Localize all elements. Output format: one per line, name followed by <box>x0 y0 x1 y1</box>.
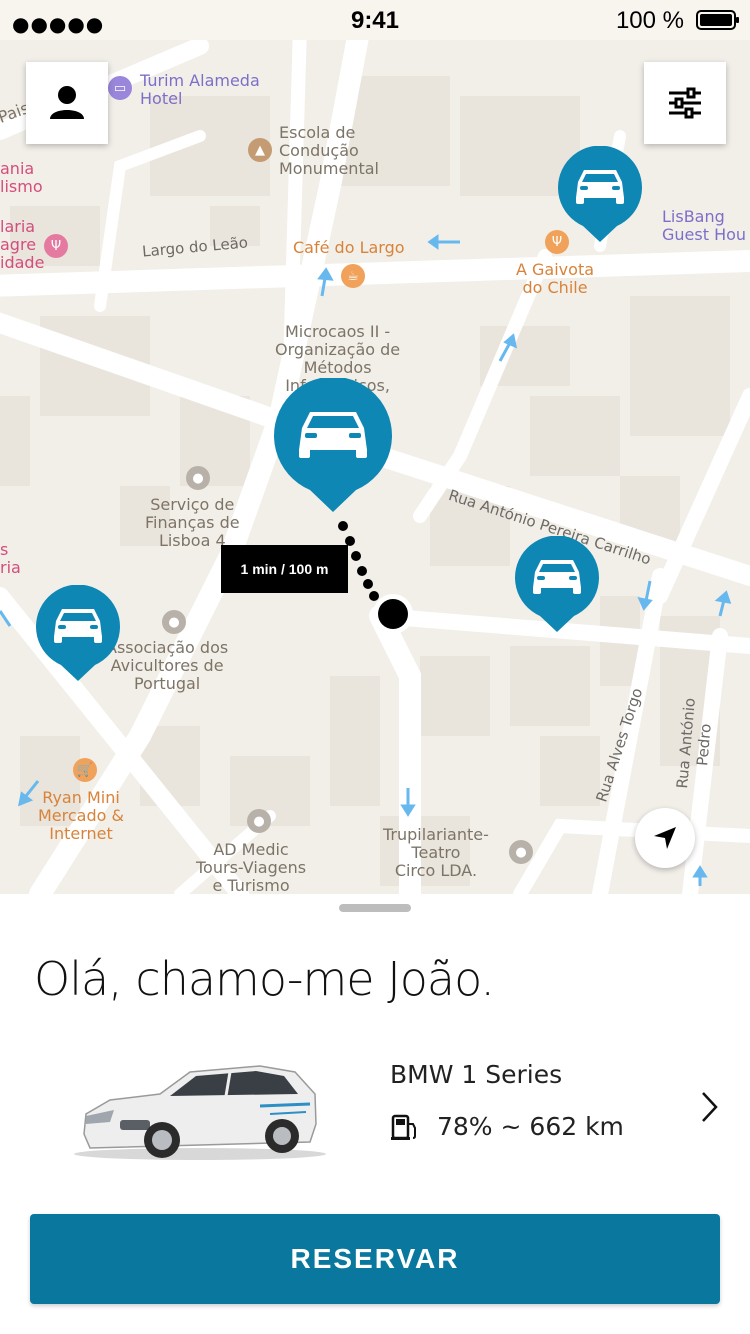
map-label-ryan-mercado: Ryan Mini Mercado & Internet <box>38 788 124 843</box>
map-label-trupilariante: Trupilariante- Teatro Circo LDA. <box>383 825 489 880</box>
map-label-left-low: s ria <box>0 540 21 577</box>
map-label-left-mid: laria agre idade <box>0 217 45 272</box>
recenter-location-button[interactable] <box>635 808 695 868</box>
car-pin[interactable] <box>513 536 601 634</box>
place-icon: ● <box>162 610 186 634</box>
map-label-turim-hotel: Turim Alameda Hotel <box>140 71 260 108</box>
map-label-ad-medic: AD Medic Tours-Viagens e Turismo <box>196 840 307 895</box>
battery-percentage: 100 % <box>615 7 684 34</box>
coffee-icon: ☕ <box>341 264 365 288</box>
reserve-button[interactable]: RESERVAR <box>30 1214 720 1304</box>
user-location-marker <box>373 594 413 634</box>
fuel-range-info: 78% ~ 662 km <box>437 1112 624 1141</box>
chevron-right-icon[interactable] <box>700 1090 720 1124</box>
profile-button[interactable] <box>26 62 108 144</box>
car-pin[interactable] <box>34 585 122 683</box>
map-label-associacao: Associação dos Avicultores de Portugal <box>106 638 229 693</box>
map-label-escola: Escola de Condução Monumental <box>279 123 379 178</box>
map-label-lisbang: LisBang Guest Hou <box>662 207 747 244</box>
car-model-name: BMW 1 Series <box>390 1060 563 1089</box>
shopping-cart-icon: 🛒 <box>73 758 97 782</box>
status-bar: ●●●●● 9:41 100 % <box>0 0 750 40</box>
sliders-icon <box>669 87 701 119</box>
car-image[interactable] <box>70 1054 330 1164</box>
place-icon: ● <box>509 840 533 864</box>
fuel-pump-icon <box>391 1114 416 1140</box>
navigation-arrow-icon <box>654 827 676 849</box>
map-label-left-top: ania lismo <box>0 159 43 196</box>
hotel-icon: ▭ <box>108 76 132 100</box>
car-greeting: Olá, chamo-me João. <box>34 952 495 1006</box>
map-view[interactable]: Turim Alameda Hotel ▭ Escola de Condução… <box>0 36 750 894</box>
walk-time-tooltip: 1 min / 100 m <box>221 545 348 593</box>
map-label-servico-financas: Serviço de Finanças de Lisboa 4 <box>145 495 240 550</box>
map-label-gaivota: A Gaivota do Chile <box>516 260 595 297</box>
school-icon: ▲ <box>248 138 272 162</box>
sheet-drag-handle[interactable] <box>339 904 411 912</box>
place-icon: ● <box>186 466 210 490</box>
battery-icon <box>696 10 739 30</box>
selected-car-pin[interactable] <box>272 378 394 514</box>
place-icon: ● <box>247 809 271 833</box>
restaurant-icon: Ψ <box>44 234 68 258</box>
map-label-cafe-largo: Café do Largo <box>293 238 405 257</box>
filter-button[interactable] <box>644 62 726 144</box>
user-icon <box>50 86 84 119</box>
car-pin[interactable] <box>556 146 644 244</box>
car-detail-sheet: Olá, chamo-me João. BMW 1 Series 78% ~ 6… <box>0 894 750 1334</box>
